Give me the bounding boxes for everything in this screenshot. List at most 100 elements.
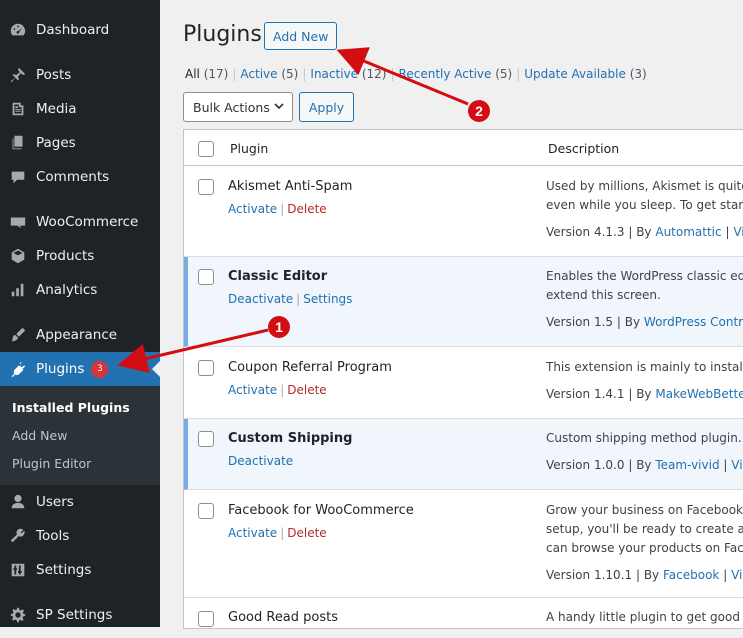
table-row: Good Read posts A handy little plugin to… (184, 598, 743, 638)
plugin-description: extend this screen. (546, 288, 661, 302)
author-link[interactable]: Team-vivid (655, 458, 719, 472)
comment-icon (0, 168, 36, 186)
sidebar-item-label: Users (36, 494, 74, 510)
chevron-down-icon (274, 103, 284, 110)
plugin-description: Custom shipping method plugin. (546, 431, 742, 445)
page-title: Plugins (183, 22, 262, 47)
sidebar-item-analytics[interactable]: Analytics (0, 273, 160, 307)
plugin-name: Coupon Referral Program (228, 360, 392, 375)
plugins-table: Plugin Description Akismet Anti-Spam Act… (183, 129, 743, 629)
row-actions: Activate | Delete (228, 526, 327, 540)
deactivate-link[interactable]: Deactivate (228, 292, 293, 306)
plugin-description: can browse your products on Face (546, 541, 743, 555)
sidebar-item-pages[interactable]: Pages (0, 126, 160, 160)
author-link[interactable]: Automattic (655, 225, 721, 239)
submenu-installed-plugins[interactable]: Installed Plugins (12, 400, 130, 415)
activate-link[interactable]: Activate (228, 202, 277, 216)
table-row: Coupon Referral Program Activate | Delete … (184, 347, 743, 419)
select-all-checkbox[interactable] (198, 141, 214, 157)
submenu-plugin-editor[interactable]: Plugin Editor (12, 456, 91, 471)
admin-sidebar: Dashboard Posts Media Pages Comments Woo… (0, 0, 160, 627)
row-checkbox[interactable] (198, 611, 214, 627)
row-actions: Deactivate (228, 454, 293, 468)
filter-recently-active[interactable]: Recently Active (5) (399, 67, 513, 81)
visit-site-link[interactable]: Visit (731, 458, 743, 472)
sidebar-item-label: Tools (36, 528, 70, 544)
row-checkbox[interactable] (198, 179, 214, 195)
sidebar-item-label: Posts (36, 67, 72, 83)
sidebar-item-label: Dashboard (36, 22, 110, 38)
add-new-button[interactable]: Add New (264, 22, 338, 50)
plugin-description: even while you sleep. To get starte (546, 198, 743, 212)
row-actions: Deactivate | Settings (228, 292, 353, 306)
sidebar-item-label: Analytics (36, 282, 98, 298)
plugin-description: Grow your business on Facebook! (546, 503, 743, 517)
apply-button[interactable]: Apply (299, 92, 354, 122)
row-actions: Activate | Delete (228, 383, 327, 397)
sidebar-item-plugins[interactable]: Plugins 3 (0, 352, 160, 386)
wrench-icon (0, 527, 36, 545)
author-link[interactable]: Facebook (663, 568, 719, 582)
bulk-actions-label: Bulk Actions (193, 99, 270, 115)
sidebar-item-tools[interactable]: Tools (0, 519, 160, 553)
sidebar-item-label: Products (36, 248, 95, 264)
gear-icon (0, 606, 36, 624)
sidebar-item-label: Pages (36, 135, 76, 151)
row-checkbox[interactable] (198, 503, 214, 519)
filter-update-available[interactable]: Update Available (3) (524, 67, 646, 81)
plugin-version: Version 1.10.1 | By Facebook | View (546, 568, 743, 582)
column-header-plugin: Plugin (230, 141, 269, 156)
sidebar-item-appearance[interactable]: Appearance (0, 318, 160, 352)
plugin-description: setup, you'll be ready to create ads (546, 522, 743, 536)
filter-all[interactable]: All (17) (185, 67, 228, 81)
plugin-icon (0, 360, 36, 378)
filter-active[interactable]: Active (5) (240, 67, 298, 81)
dashboard-icon (0, 21, 36, 39)
sidebar-item-woocommerce[interactable]: WooCommerce (0, 205, 160, 239)
view-details-link[interactable]: View (731, 568, 743, 582)
row-checkbox[interactable] (198, 269, 214, 285)
plugin-description: Used by millions, Akismet is quite p (546, 179, 743, 193)
delete-link[interactable]: Delete (287, 383, 326, 397)
sidebar-item-comments[interactable]: Comments (0, 160, 160, 194)
activate-link[interactable]: Activate (228, 526, 277, 540)
plugin-name: Good Read posts (228, 610, 339, 625)
plugin-version: Version 1.4.1 | By MakeWebBetter (546, 387, 743, 401)
sidebar-item-posts[interactable]: Posts (0, 58, 160, 92)
sidebar-item-label: WooCommerce (36, 214, 139, 230)
sidebar-item-dashboard[interactable]: Dashboard (0, 13, 160, 47)
plugin-name: Akismet Anti-Spam (228, 179, 353, 194)
sidebar-item-products[interactable]: Products (0, 239, 160, 273)
plugin-version: Version 4.1.3 | By Automattic | View (546, 225, 743, 239)
row-checkbox[interactable] (198, 431, 214, 447)
sidebar-item-label: Settings (36, 562, 92, 578)
submenu-add-new[interactable]: Add New (12, 428, 67, 443)
delete-link[interactable]: Delete (287, 202, 326, 216)
table-row: Custom Shipping Deactivate Custom shippi… (184, 419, 743, 490)
sidebar-item-label: SP Settings (36, 607, 113, 623)
media-icon (0, 100, 36, 118)
brush-icon (0, 326, 36, 344)
sidebar-item-users[interactable]: Users (0, 485, 160, 519)
view-details-link[interactable]: View (733, 225, 743, 239)
sidebar-item-media[interactable]: Media (0, 92, 160, 126)
table-row: Classic Editor Deactivate | Settings Enabl… (184, 257, 743, 347)
sidebar-item-label: Media (36, 101, 77, 117)
plugin-version: Version 1.5 | By WordPress Contrib (546, 315, 743, 329)
update-count-badge: 3 (91, 360, 109, 378)
deactivate-link[interactable]: Deactivate (228, 454, 293, 468)
box-icon (0, 247, 36, 265)
delete-link[interactable]: Delete (287, 526, 326, 540)
table-header: Plugin Description (184, 130, 743, 166)
sidebar-item-settings[interactable]: Settings (0, 553, 160, 587)
activate-link[interactable]: Activate (228, 383, 277, 397)
table-row: Facebook for WooCommerce Activate | Delete… (184, 490, 743, 598)
settings-link[interactable]: Settings (303, 292, 352, 306)
row-checkbox[interactable] (198, 360, 214, 376)
author-link[interactable]: MakeWebBetter (655, 387, 743, 401)
column-header-description: Description (548, 141, 620, 156)
author-link[interactable]: WordPress Contrib (644, 315, 743, 329)
bulk-actions-select[interactable]: Bulk Actions (183, 92, 293, 122)
filter-inactive[interactable]: Inactive (12) (310, 67, 386, 81)
main-content: Plugins Add New All (17) | Active (5) | Inac… (160, 0, 743, 629)
